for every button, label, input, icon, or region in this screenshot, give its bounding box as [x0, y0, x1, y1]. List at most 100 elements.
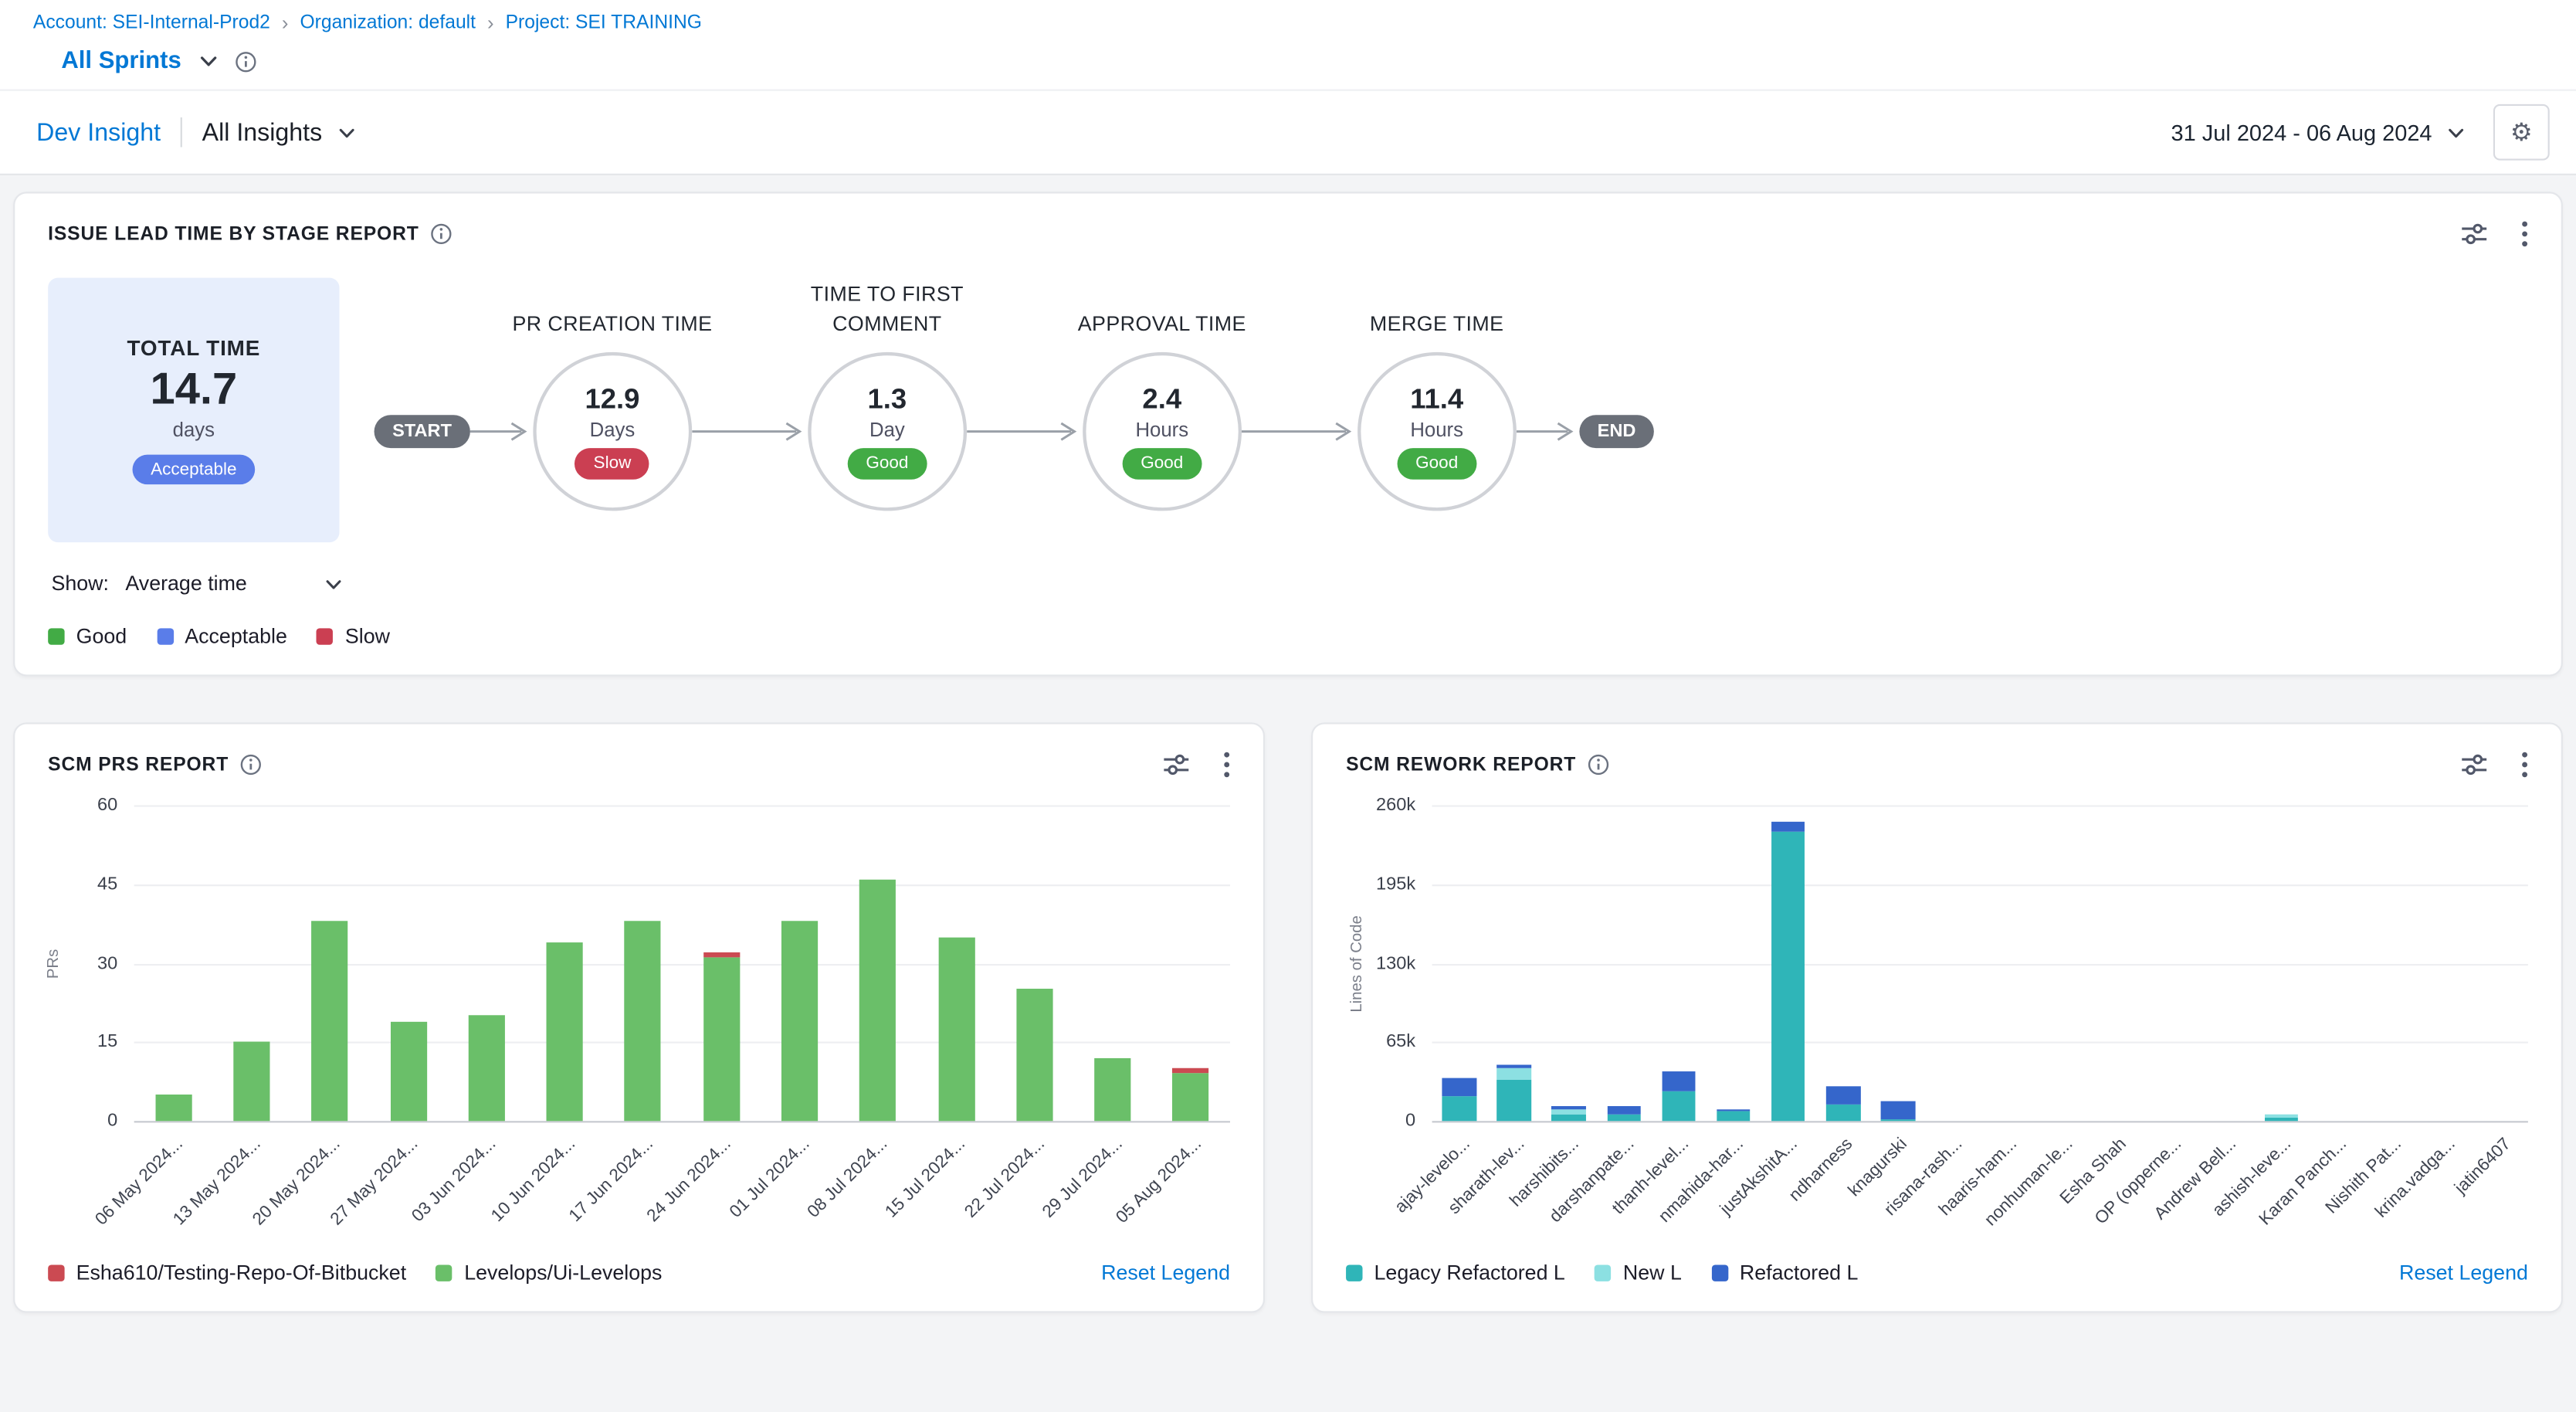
filter-settings-icon[interactable] — [2460, 220, 2488, 248]
info-icon[interactable] — [431, 223, 452, 245]
bar-segment[interactable] — [1607, 1106, 1641, 1113]
more-options-icon[interactable] — [2521, 751, 2528, 779]
y-tick-label: 65k — [1386, 1032, 1415, 1052]
stage-name: TIME TO FIRST COMMENT — [757, 279, 1019, 339]
legend-item-legacy-refactored[interactable]: Legacy Refactored L — [1346, 1261, 1565, 1285]
bar-segment[interactable] — [2265, 1118, 2299, 1122]
bar-segment[interactable] — [1552, 1106, 1586, 1110]
stage-circle: 1.3 Day Good — [808, 352, 967, 511]
bar-segment[interactable] — [1826, 1105, 1860, 1121]
flow-arrow-icon — [967, 420, 1083, 443]
bar-segment[interactable] — [2265, 1115, 2299, 1117]
stage-pr-creation-time[interactable]: PR CREATION TIME 12.9 Days Slow — [533, 352, 692, 511]
scm-prs-card: SCM PRS REPORT PRs 015304560 06 May 2024… — [13, 722, 1265, 1312]
filter-settings-icon[interactable] — [2460, 751, 2488, 779]
card-title: SCM REWORK REPORT — [1346, 755, 1576, 775]
stage-approval-time[interactable]: APPROVAL TIME 2.4 Hours Good — [1083, 352, 1242, 511]
total-rating-badge: Acceptable — [133, 455, 256, 485]
legend-item-repo-bitbucket[interactable]: Esha610/Testing-Repo-Of-Bitbucket — [48, 1261, 406, 1285]
sprint-selector[interactable]: All Sprints — [61, 48, 181, 74]
stage-name: APPROVAL TIME — [1031, 309, 1293, 339]
bar-segment[interactable] — [1717, 1108, 1751, 1111]
x-axis: ajay-levelo...sharath-lev...harshibits..… — [1432, 1122, 2528, 1254]
legend-item-acceptable[interactable]: Acceptable — [157, 625, 287, 648]
x-axis-label: 29 Jul 2024... — [1039, 1134, 1127, 1222]
bar-segment[interactable] — [1442, 1078, 1476, 1097]
stage-merge-time[interactable]: MERGE TIME 11.4 Hours Good — [1357, 352, 1517, 511]
scm-prs-legend: Esha610/Testing-Repo-Of-Bitbucket Levelo… — [48, 1261, 1230, 1285]
y-tick-label: 45 — [97, 874, 117, 894]
legend-item-slow[interactable]: Slow — [317, 625, 390, 648]
bar-segment[interactable] — [1771, 822, 1805, 832]
show-metric-select[interactable]: Average time — [125, 572, 344, 596]
bar-segment[interactable] — [1662, 1071, 1696, 1092]
stage-value: 1.3 — [868, 385, 907, 418]
legend-item-repo-levelops[interactable]: Levelops/Ui-Levelops — [436, 1261, 663, 1285]
filter-settings-icon[interactable] — [1162, 751, 1190, 779]
x-axis-label: jatin6407 — [2451, 1134, 2515, 1198]
bar-segment[interactable] — [938, 937, 974, 1121]
bar-segment[interactable] — [1016, 989, 1052, 1121]
y-tick-label: 130k — [1376, 953, 1415, 973]
bar-segment[interactable] — [1497, 1080, 1531, 1121]
bar-segment[interactable] — [1094, 1058, 1130, 1122]
bar-segment[interactable] — [312, 921, 348, 1121]
bar-segment[interactable] — [781, 921, 818, 1121]
bar-segment[interactable] — [1771, 832, 1805, 1121]
legend-item-new-lines[interactable]: New L — [1595, 1261, 1681, 1285]
bar-segment[interactable] — [1173, 1074, 1209, 1121]
reset-legend-link[interactable]: Reset Legend — [1101, 1261, 1230, 1285]
bar-segment[interactable] — [703, 958, 739, 1121]
scm-prs-chart[interactable]: PRs 015304560 06 May 2024...13 May 2024.… — [48, 805, 1230, 1254]
bar-segment[interactable] — [1497, 1069, 1531, 1080]
bar-segment[interactable] — [547, 942, 583, 1122]
breadcrumb-organization-link[interactable]: Organization: default — [300, 13, 476, 33]
info-icon[interactable] — [240, 754, 262, 776]
plot-area — [134, 805, 1230, 1122]
info-icon[interactable] — [1588, 754, 1609, 776]
info-icon[interactable] — [234, 50, 256, 72]
stage-circle: 11.4 Hours Good — [1357, 352, 1517, 511]
bar-segment[interactable] — [703, 952, 739, 958]
bar-segment[interactable] — [1173, 1068, 1209, 1074]
bar-segment[interactable] — [390, 1021, 426, 1121]
more-options-icon[interactable] — [2521, 220, 2528, 248]
settings-button[interactable]: ⚙ — [2493, 104, 2550, 161]
bar-segment[interactable] — [1881, 1101, 1915, 1118]
bar-segment[interactable] — [155, 1095, 192, 1121]
bar-segment[interactable] — [859, 879, 896, 1121]
legend-swatch — [1346, 1264, 1362, 1281]
scm-rework-chart[interactable]: Lines of Code 065k130k195k260k ajay-leve… — [1346, 805, 2528, 1254]
date-range-select[interactable]: 31 Jul 2024 - 06 Aug 2024 — [2171, 120, 2467, 144]
bar-segment[interactable] — [1497, 1065, 1531, 1069]
bar-segment[interactable] — [233, 1042, 269, 1121]
legend-item-good[interactable]: Good — [48, 625, 127, 648]
breadcrumb-account-link[interactable]: Account: SEI-Internal-Prod2 — [33, 13, 270, 33]
chevron-down-icon[interactable] — [196, 49, 219, 73]
legend-item-refactored[interactable]: Refactored L — [1711, 1261, 1858, 1285]
bar-segment[interactable] — [1826, 1087, 1860, 1105]
more-options-icon[interactable] — [1223, 751, 1230, 779]
total-time-label: TOTAL TIME — [127, 335, 260, 360]
bar-segment[interactable] — [625, 921, 661, 1121]
gridline — [134, 1042, 1230, 1044]
y-tick-label: 260k — [1376, 796, 1415, 816]
bar-segment[interactable] — [1552, 1115, 1586, 1121]
reset-legend-link[interactable]: Reset Legend — [2399, 1261, 2528, 1285]
legend-label: Legacy Refactored L — [1374, 1261, 1565, 1285]
stage-time-to-first-comment[interactable]: TIME TO FIRST COMMENT 1.3 Day Good — [808, 352, 967, 511]
insight-select[interactable]: All Insights — [202, 118, 358, 146]
bar-segment[interactable] — [1881, 1118, 1915, 1121]
breadcrumb-separator-icon: › — [487, 13, 494, 33]
bar-segment[interactable] — [468, 1016, 504, 1121]
bar-segment[interactable] — [1607, 1114, 1641, 1121]
rating-legend: Good Acceptable Slow — [48, 625, 2528, 648]
bar-segment[interactable] — [1717, 1112, 1751, 1122]
bar-segment[interactable] — [1662, 1092, 1696, 1122]
breadcrumb-project-link[interactable]: Project: SEI TRAINING — [506, 13, 702, 33]
legend-swatch — [48, 628, 64, 644]
bar-segment[interactable] — [1552, 1110, 1586, 1115]
show-metric-value: Average time — [125, 572, 246, 596]
bar-segment[interactable] — [1442, 1097, 1476, 1121]
dev-insight-link[interactable]: Dev Insight — [36, 118, 161, 146]
